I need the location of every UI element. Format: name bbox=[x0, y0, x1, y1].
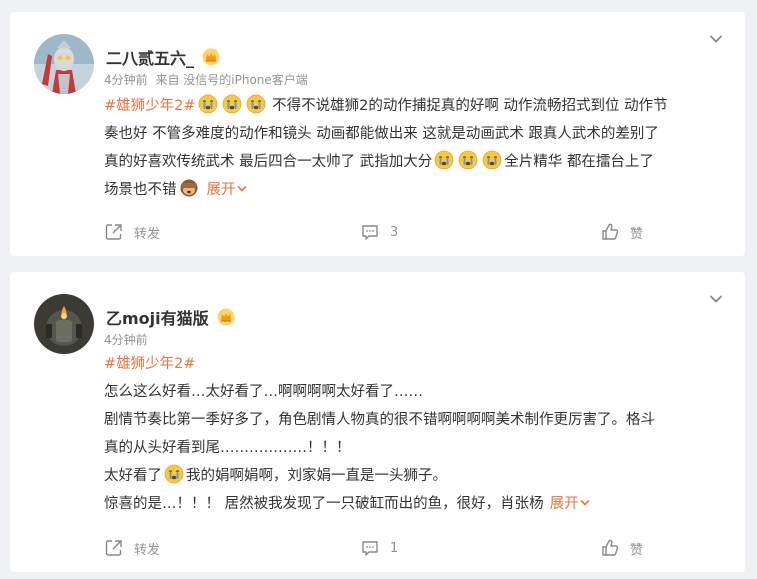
crying-emoji-icon bbox=[246, 94, 266, 114]
avatar[interactable] bbox=[34, 294, 94, 354]
post-time[interactable]: 4分钟前 bbox=[104, 73, 148, 87]
post-meta: 4分钟前 bbox=[104, 331, 152, 348]
text-segment: 太好看了 bbox=[104, 468, 162, 484]
chevron-down-icon[interactable] bbox=[707, 290, 725, 308]
repost-icon[interactable] bbox=[104, 222, 124, 242]
expand-chevron-icon[interactable] bbox=[236, 183, 248, 195]
text-line: 剧情节奏比第一季好多了，角色剧情人物真的很不错啊啊啊啊美术制作更厉害了。格斗 bbox=[104, 412, 655, 428]
topic-link[interactable]: #雄狮少年2# bbox=[104, 356, 196, 372]
like-button[interactable]: 赞 bbox=[600, 538, 643, 558]
expand-button[interactable]: 展开 bbox=[550, 496, 591, 512]
comment-count[interactable]: 3 bbox=[390, 225, 398, 240]
crying-emoji-icon bbox=[222, 94, 242, 114]
text-line: 惊喜的是…！！！ 居然被我发现了一只破缸而出的鱼，很好，肖张杨 展开 bbox=[104, 490, 725, 518]
comment-count[interactable]: 1 bbox=[390, 541, 398, 556]
crying-emoji-icon bbox=[198, 94, 218, 114]
crown-icon bbox=[202, 48, 220, 66]
like-button[interactable]: 赞 bbox=[600, 222, 643, 242]
like-label[interactable]: 赞 bbox=[630, 539, 643, 558]
monkey-emoji-icon bbox=[179, 178, 199, 198]
repost-button[interactable]: 转发 bbox=[104, 538, 160, 558]
username[interactable]: 二八贰五六_ bbox=[106, 45, 220, 69]
post-text: #雄狮少年2# 不得不说雄狮2的动作捕捉真的好啊 动作流畅招式到位 动作节 奏也… bbox=[104, 92, 725, 204]
thumbs-up-icon[interactable] bbox=[600, 538, 620, 558]
post-toolbar: 转发 1 赞 bbox=[10, 538, 745, 562]
text-line: 怎么这么好看…太好看了…啊啊啊啊太好看了…… bbox=[104, 384, 423, 400]
post-meta: 4分钟前 来自 没信号的iPhone客户端 bbox=[104, 71, 312, 88]
comment-icon[interactable] bbox=[360, 222, 380, 242]
expand-button[interactable]: 展开 bbox=[207, 182, 248, 198]
text-segment: 我的娟啊娟啊，刘家娟一直是一头狮子。 bbox=[186, 468, 447, 484]
expand-label[interactable]: 展开 bbox=[207, 182, 236, 198]
comment-button[interactable]: 1 bbox=[360, 538, 398, 558]
username-text[interactable]: 乙moji有猫版 bbox=[106, 305, 209, 329]
crying-emoji-icon bbox=[482, 150, 502, 170]
crying-emoji-icon bbox=[164, 464, 184, 484]
expand-label[interactable]: 展开 bbox=[550, 496, 579, 512]
thumbs-up-icon[interactable] bbox=[600, 222, 620, 242]
like-label[interactable]: 赞 bbox=[630, 223, 643, 242]
username-text[interactable]: 二八贰五六_ bbox=[106, 45, 194, 69]
text-segment: 全片精华 都在擂台上了 bbox=[504, 154, 654, 170]
text-line: 场景也不错 展开 bbox=[104, 176, 725, 204]
text-segment: 场景也不错 bbox=[104, 182, 177, 198]
topic-link[interactable]: #雄狮少年2# bbox=[104, 98, 196, 114]
post-toolbar: 转发 3 赞 bbox=[10, 222, 745, 246]
repost-icon[interactable] bbox=[104, 538, 124, 558]
crying-emoji-icon bbox=[458, 150, 478, 170]
repost-label[interactable]: 转发 bbox=[134, 539, 160, 558]
expand-chevron-icon[interactable] bbox=[579, 497, 591, 509]
text-line: 真的好喜欢传统武术 最后四合一太帅了 武指加大分 全片精华 都在擂台上了 bbox=[104, 148, 725, 176]
crying-emoji-icon bbox=[434, 150, 454, 170]
text-line: #雄狮少年2# bbox=[104, 350, 725, 378]
text-line: 真的从头好看到尾………………！！！ bbox=[104, 440, 351, 456]
text-segment: 惊喜的是…！！！ 居然被我发现了一只破缸而出的鱼，很好，肖张杨 bbox=[104, 496, 544, 512]
post-card: 乙moji有猫版 4分钟前 #雄狮少年2# 怎么这么好看…太好看了…啊啊啊啊太好… bbox=[10, 272, 745, 572]
post-source: 来自 没信号的iPhone客户端 bbox=[155, 73, 308, 87]
comment-button[interactable]: 3 bbox=[360, 222, 398, 242]
text-segment: 真的好喜欢传统武术 最后四合一太帅了 武指加大分 bbox=[104, 154, 433, 170]
post-card: 二八贰五六_ 4分钟前 来自 没信号的iPhone客户端 #雄狮少年2# 不得不… bbox=[10, 12, 745, 256]
comment-icon[interactable] bbox=[360, 538, 380, 558]
text-segment: 不得不说雄狮2的动作捕捉真的好啊 动作流畅招式到位 动作节 bbox=[267, 98, 668, 114]
repost-label[interactable]: 转发 bbox=[134, 223, 160, 242]
username[interactable]: 乙moji有猫版 bbox=[106, 305, 235, 329]
post-time[interactable]: 4分钟前 bbox=[104, 333, 148, 347]
crown-icon bbox=[217, 308, 235, 326]
post-text: #雄狮少年2# 怎么这么好看…太好看了…啊啊啊啊太好看了…… 剧情节奏比第一季好… bbox=[104, 350, 725, 518]
text-line: 奏也好 不管多难度的动作和镜头 动画都能做出来 这就是动画武术 跟真人武术的差别… bbox=[104, 126, 659, 142]
chevron-down-icon[interactable] bbox=[707, 30, 725, 48]
text-line: #雄狮少年2# 不得不说雄狮2的动作捕捉真的好啊 动作流畅招式到位 动作节 bbox=[104, 92, 725, 120]
repost-button[interactable]: 转发 bbox=[104, 222, 160, 242]
text-line: 太好看了 我的娟啊娟啊，刘家娟一直是一头狮子。 bbox=[104, 462, 725, 490]
avatar[interactable] bbox=[34, 34, 94, 94]
